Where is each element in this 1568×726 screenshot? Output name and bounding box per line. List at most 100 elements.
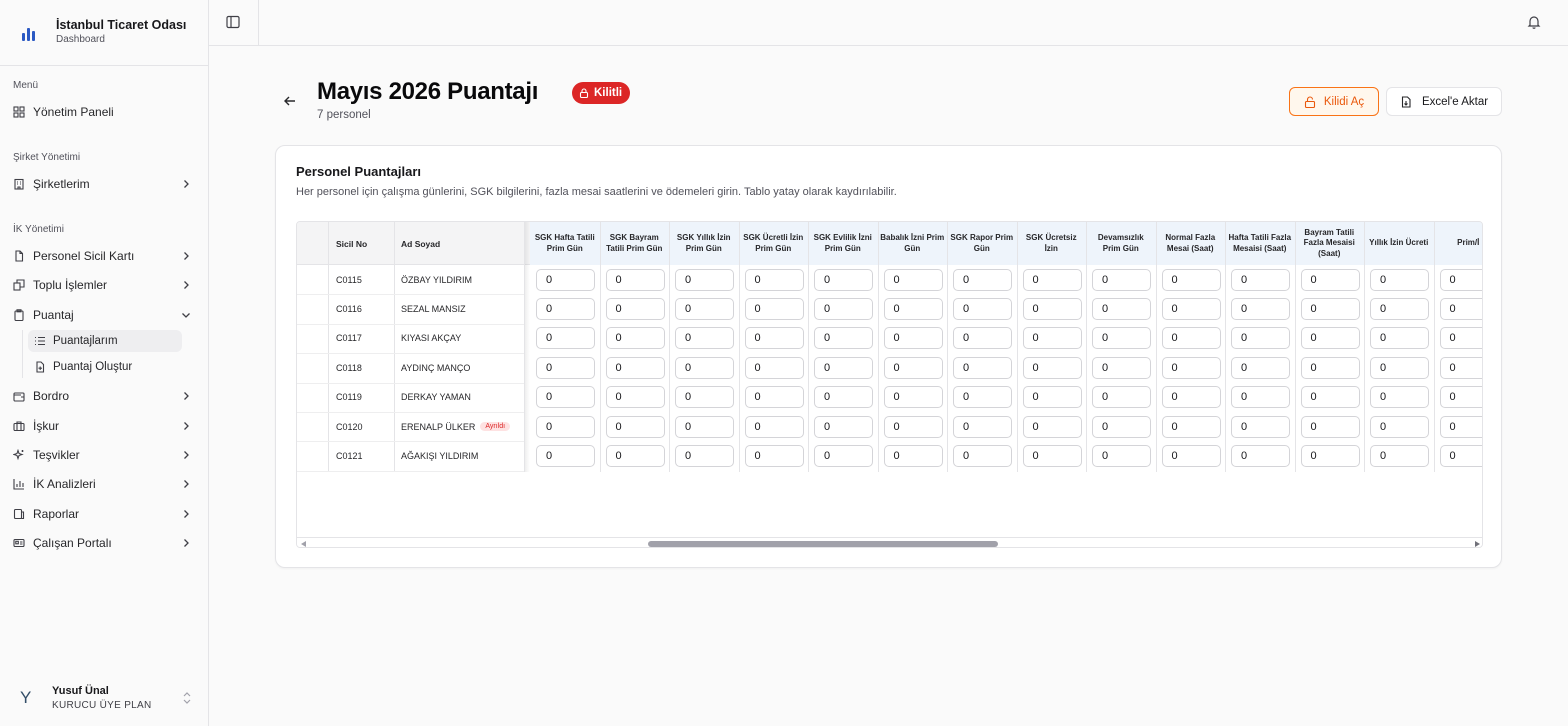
cell-input[interactable]: 0	[605, 415, 665, 438]
sidebar-item-iskur[interactable]: İşkur	[8, 413, 196, 439]
cell-input[interactable]: 0	[1092, 327, 1151, 350]
cell-input[interactable]: 0	[1231, 386, 1290, 409]
user-menu[interactable]: Y Yusuf Ünal KURUCU ÜYE PLAN	[0, 670, 208, 726]
cell-input[interactable]: 0	[1300, 297, 1360, 320]
cell-input[interactable]: 0	[536, 356, 595, 379]
sidebar-toggle-icon[interactable]	[226, 15, 240, 29]
cell-input[interactable]: 0	[953, 297, 1012, 320]
cell-input[interactable]: 0	[744, 268, 804, 291]
scroll-right-arrow-icon[interactable]	[1475, 541, 1480, 547]
bell-icon[interactable]	[1527, 15, 1541, 29]
cell-input[interactable]: 0	[1300, 356, 1360, 379]
cell-input[interactable]: 0	[744, 297, 804, 320]
cell-input[interactable]: 0	[814, 297, 873, 320]
cell-input[interactable]: 0	[953, 356, 1012, 379]
cell-input[interactable]: 0	[605, 268, 665, 291]
cell-input[interactable]: 0	[1231, 415, 1290, 438]
cell-input[interactable]: 0	[536, 444, 595, 467]
cell-input[interactable]: 0	[675, 268, 734, 291]
cell-input[interactable]: 0	[536, 415, 595, 438]
cell-input[interactable]: 0	[605, 327, 665, 350]
sidebar-item-companies[interactable]: Şirketlerim	[8, 171, 196, 197]
cell-input[interactable]: 0	[953, 327, 1012, 350]
cell-input[interactable]: 0	[1231, 297, 1290, 320]
cell-input[interactable]: 0	[883, 327, 943, 350]
sidebar-item-analytics[interactable]: İK Analizleri	[8, 471, 196, 497]
scroll-thumb[interactable]	[648, 541, 998, 547]
sidebar-item-personnel[interactable]: Personel Sicil Kartı	[8, 243, 196, 269]
cell-input[interactable]: 0	[1022, 386, 1082, 409]
cell-input[interactable]: 0	[883, 415, 943, 438]
cell-input[interactable]: 0	[1161, 297, 1221, 320]
cell-input[interactable]: 0	[605, 444, 665, 467]
scroll-left-arrow-icon[interactable]	[301, 541, 306, 547]
cell-input[interactable]: 0	[1300, 327, 1360, 350]
cell-input[interactable]: 0	[1370, 297, 1429, 320]
cell-input[interactable]: 0	[1092, 444, 1151, 467]
export-excel-button[interactable]: Excel'e Aktar	[1386, 87, 1502, 116]
cell-input[interactable]: 0	[1161, 356, 1221, 379]
cell-input[interactable]: 0	[953, 415, 1012, 438]
cell-input[interactable]: 0	[1022, 444, 1082, 467]
horizontal-scrollbar[interactable]	[297, 537, 1482, 547]
cell-input[interactable]: 0	[1161, 444, 1221, 467]
cell-input[interactable]: 0	[675, 327, 734, 350]
cell-input[interactable]: 0	[744, 356, 804, 379]
cell-input[interactable]: 0	[536, 268, 595, 291]
cell-input[interactable]: 0	[1161, 268, 1221, 291]
sidebar-subitem-puantajlarim[interactable]: Puantajlarım	[28, 330, 182, 352]
cell-input[interactable]: 0	[1161, 386, 1221, 409]
cell-input[interactable]: 0	[1439, 444, 1482, 467]
cell-input[interactable]: 0	[744, 415, 804, 438]
cell-input[interactable]: 0	[1231, 356, 1290, 379]
unlock-button[interactable]: Kilidi Aç	[1289, 87, 1379, 116]
cell-input[interactable]: 0	[675, 356, 734, 379]
cell-input[interactable]: 0	[1092, 297, 1151, 320]
sidebar-item-reports[interactable]: Raporlar	[8, 501, 196, 527]
cell-input[interactable]: 0	[1092, 415, 1151, 438]
cell-input[interactable]: 0	[1231, 444, 1290, 467]
cell-input[interactable]: 0	[536, 327, 595, 350]
cell-input[interactable]: 0	[1370, 268, 1429, 291]
cell-input[interactable]: 0	[1300, 386, 1360, 409]
cell-input[interactable]: 0	[1231, 268, 1290, 291]
cell-input[interactable]: 0	[883, 444, 943, 467]
cell-input[interactable]: 0	[1439, 297, 1482, 320]
cell-input[interactable]: 0	[883, 297, 943, 320]
cell-input[interactable]: 0	[953, 268, 1012, 291]
cell-input[interactable]: 0	[1161, 327, 1221, 350]
sidebar-item-puantaj[interactable]: Puantaj	[8, 302, 196, 328]
cell-input[interactable]: 0	[1300, 415, 1360, 438]
cell-input[interactable]: 0	[883, 386, 943, 409]
cell-input[interactable]: 0	[1022, 268, 1082, 291]
sidebar-item-incentives[interactable]: Teşvikler	[8, 442, 196, 468]
cell-input[interactable]: 0	[1370, 386, 1429, 409]
cell-input[interactable]: 0	[1092, 268, 1151, 291]
sidebar-subitem-create[interactable]: Puantaj Oluştur	[28, 356, 182, 378]
sidebar-item-bordro[interactable]: Bordro	[8, 383, 196, 409]
cell-input[interactable]: 0	[814, 327, 873, 350]
cell-input[interactable]: 0	[1022, 297, 1082, 320]
cell-input[interactable]: 0	[605, 297, 665, 320]
cell-input[interactable]: 0	[883, 356, 943, 379]
cell-input[interactable]: 0	[536, 297, 595, 320]
cell-input[interactable]: 0	[883, 268, 943, 291]
cell-input[interactable]: 0	[1022, 327, 1082, 350]
cell-input[interactable]: 0	[605, 356, 665, 379]
cell-input[interactable]: 0	[814, 444, 873, 467]
sidebar-item-dashboard[interactable]: Yönetim Paneli	[8, 99, 196, 125]
timesheet-table[interactable]: Sicil No Ad Soyad SGK Hafta Tatili Prim …	[296, 221, 1483, 548]
cell-input[interactable]: 0	[1439, 268, 1482, 291]
cell-input[interactable]: 0	[675, 297, 734, 320]
cell-input[interactable]: 0	[1439, 356, 1482, 379]
cell-input[interactable]: 0	[536, 386, 595, 409]
cell-input[interactable]: 0	[1092, 386, 1151, 409]
cell-input[interactable]: 0	[1161, 415, 1221, 438]
cell-input[interactable]: 0	[953, 386, 1012, 409]
cell-input[interactable]: 0	[1022, 356, 1082, 379]
back-arrow-icon[interactable]	[283, 94, 297, 108]
cell-input[interactable]: 0	[1300, 444, 1360, 467]
cell-input[interactable]: 0	[1439, 327, 1482, 350]
cell-input[interactable]: 0	[1370, 444, 1429, 467]
cell-input[interactable]: 0	[744, 327, 804, 350]
